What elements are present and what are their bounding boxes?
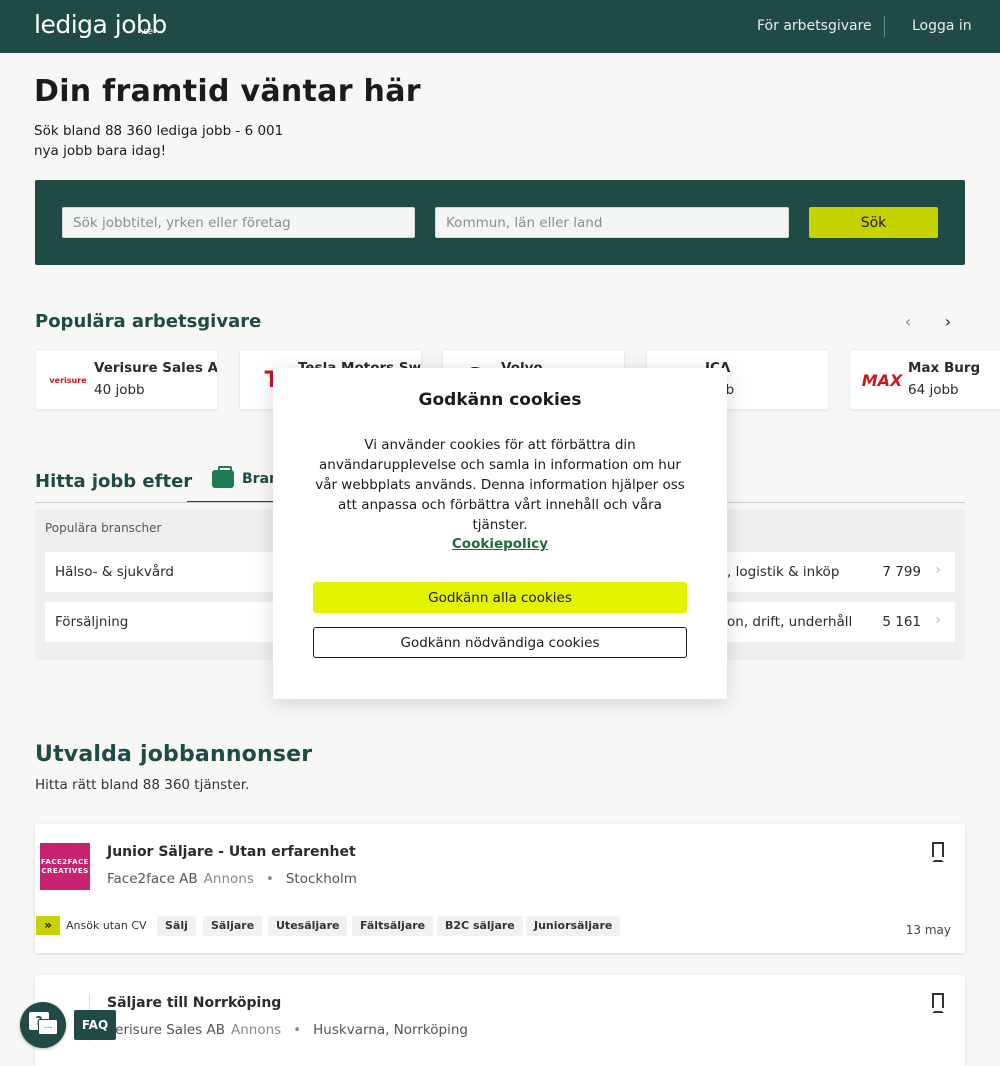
accept-all-cookies-button[interactable]: Godkänn alla cookies xyxy=(313,582,687,613)
top-navbar: lediga jobb .se För arbetsgivare Logga in xyxy=(0,0,1000,53)
cookie-consent-modal: Godkänn cookies Vi använder cookies för … xyxy=(273,368,727,699)
nav-for-employers-link[interactable]: För arbetsgivare xyxy=(757,18,872,34)
cookie-modal-body: Vi använder cookies för att förbättra di… xyxy=(315,437,685,533)
cookie-policy-link[interactable]: Cookiepolicy xyxy=(273,536,727,552)
accept-necessary-cookies-button[interactable]: Godkänn nödvändiga cookies xyxy=(313,627,687,658)
cookie-modal-title: Godkänn cookies xyxy=(418,390,582,410)
nav-divider xyxy=(884,16,885,37)
nav-login-link[interactable]: Logga in xyxy=(912,18,972,34)
site-logo[interactable]: lediga jobb .se xyxy=(34,10,167,39)
